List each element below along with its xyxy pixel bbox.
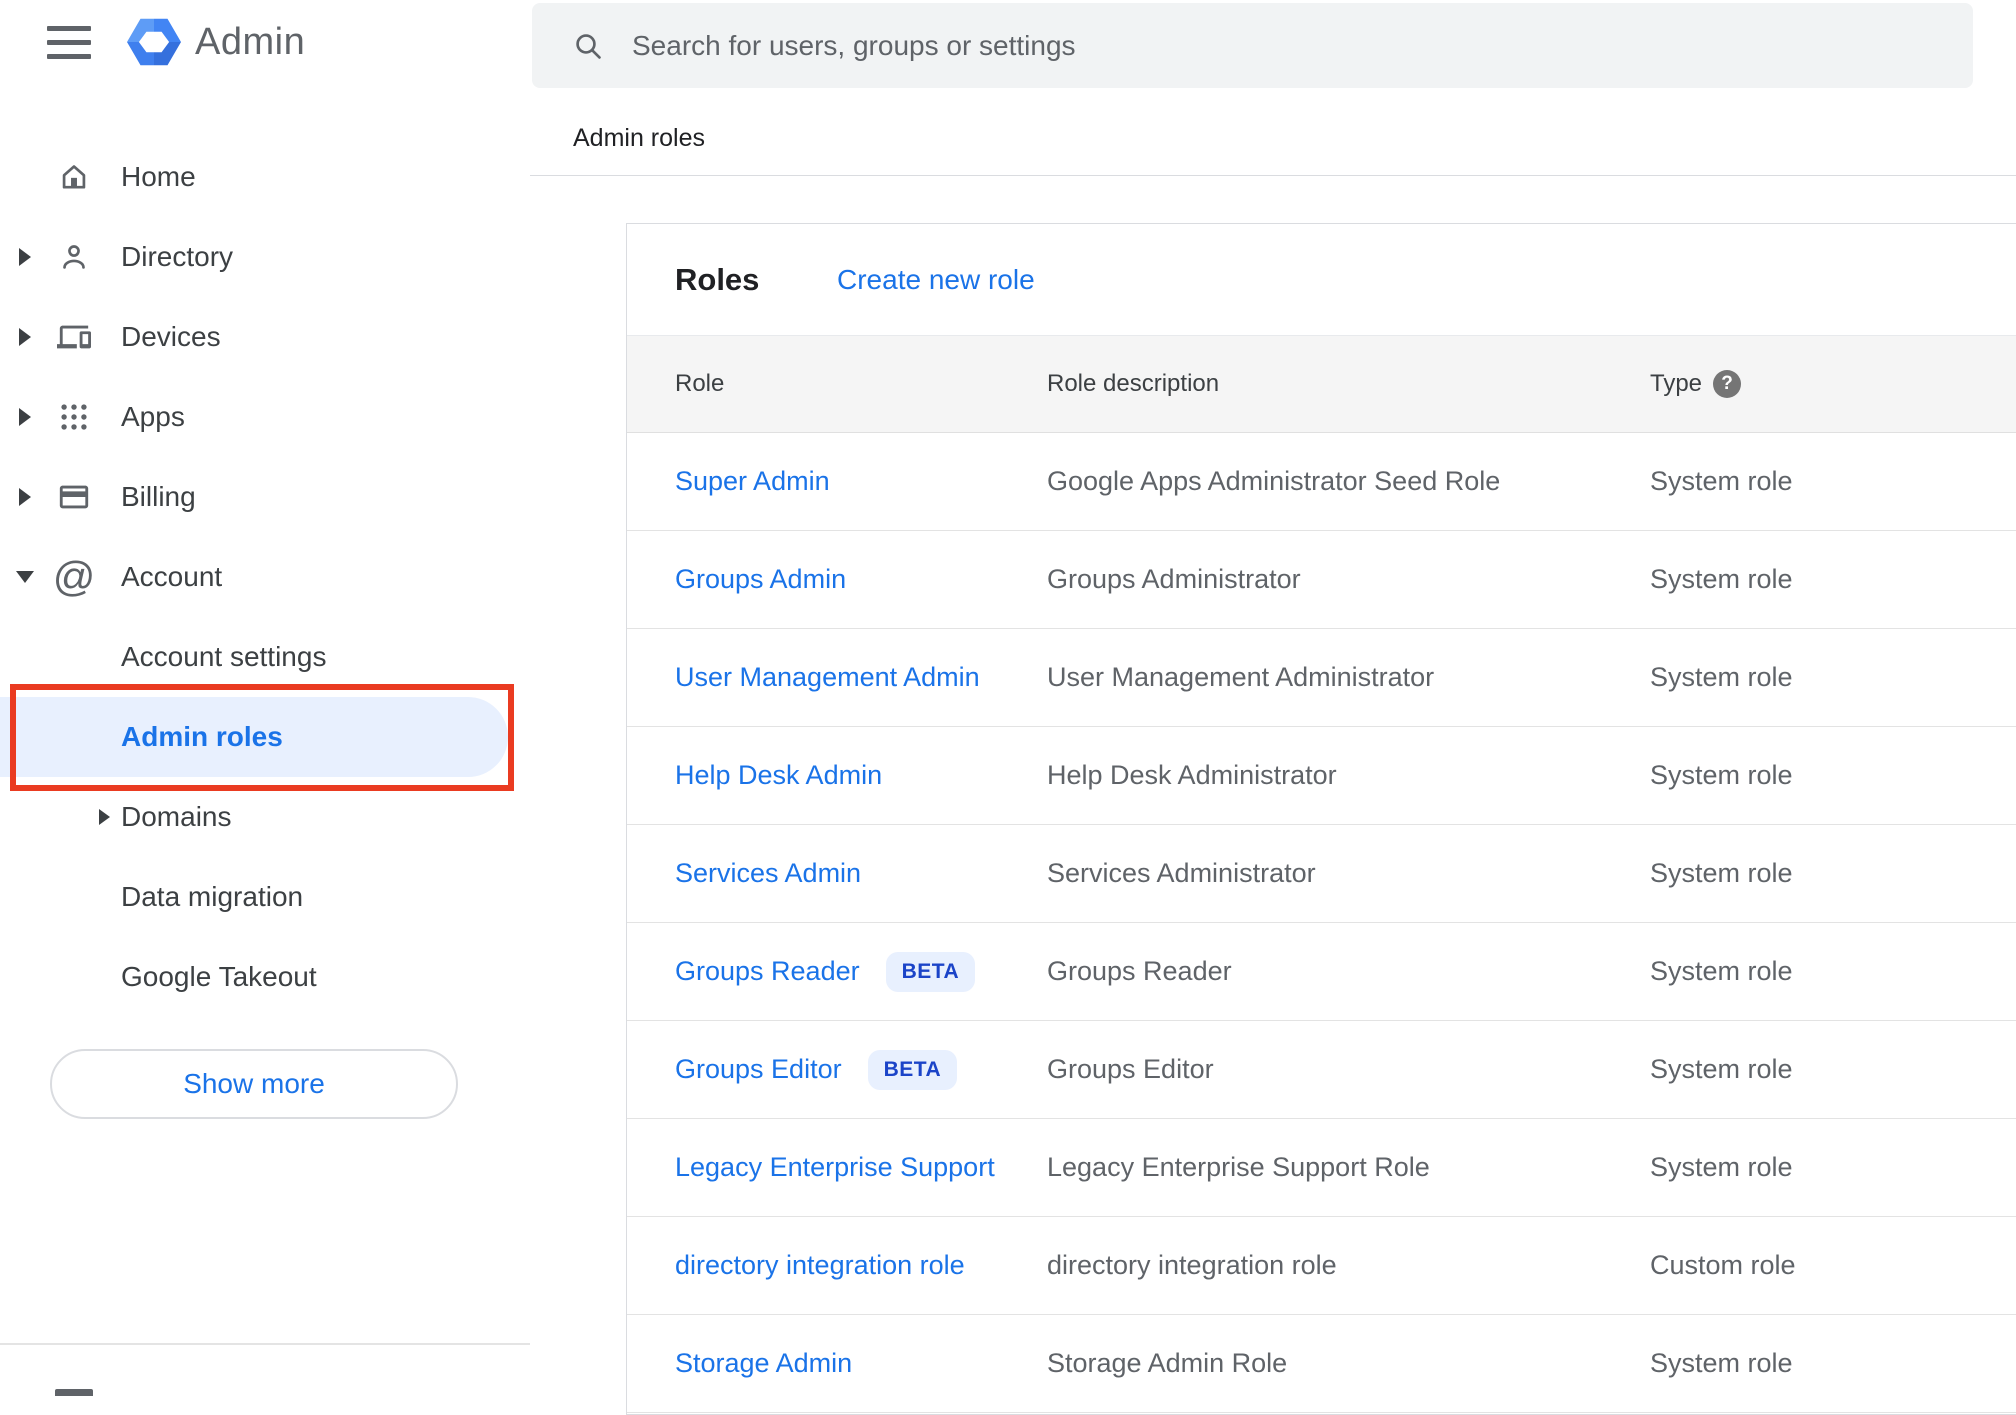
admin-logo: Admin xyxy=(127,12,305,72)
admin-hexagon-logo-icon xyxy=(127,18,181,66)
role-description: directory integration role xyxy=(1047,1250,1337,1280)
sidebar-item-label: Admin roles xyxy=(121,721,283,752)
create-new-role-link[interactable]: Create new role xyxy=(837,264,1035,296)
role-description: Legacy Enterprise Support Role xyxy=(1047,1152,1430,1182)
sidebar-item-billing[interactable]: Billing xyxy=(0,457,530,537)
role-link[interactable]: Storage Admin xyxy=(675,1348,852,1379)
search-input[interactable] xyxy=(632,29,1973,62)
role-type: System role xyxy=(1650,466,1793,496)
expand-right-icon[interactable] xyxy=(19,248,31,266)
home-icon xyxy=(56,159,92,195)
sidebar-item-label: Directory xyxy=(121,241,234,272)
credit-card-icon xyxy=(56,479,92,515)
sidebar-item-account-settings[interactable]: Account settings xyxy=(0,617,530,697)
sidebar-item-apps[interactable]: Apps xyxy=(0,377,530,457)
role-type: System role xyxy=(1650,1054,1793,1084)
role-type: System role xyxy=(1650,956,1793,986)
header-divider xyxy=(530,175,2016,176)
role-type: System role xyxy=(1650,662,1793,692)
expand-right-icon[interactable] xyxy=(19,488,31,506)
table-row: Services Admin Services Administrator Sy… xyxy=(627,825,2016,923)
roles-card-header: Roles Create new role xyxy=(627,224,2016,335)
table-row: Storage Admin Storage Admin Role System … xyxy=(627,1315,2016,1413)
role-link[interactable]: Groups Reader xyxy=(675,956,860,987)
role-description: Services Administrator xyxy=(1047,858,1316,888)
hamburger-menu-icon[interactable] xyxy=(47,26,91,59)
role-description: Storage Admin Role xyxy=(1047,1348,1288,1378)
help-icon[interactable]: ? xyxy=(1713,370,1741,398)
sidebar-item-label: Domains xyxy=(121,801,232,832)
role-description: Google Apps Administrator Seed Role xyxy=(1047,466,1501,496)
role-link[interactable]: Groups Editor xyxy=(675,1054,842,1085)
sidebar-item-label: Account settings xyxy=(121,641,327,672)
breadcrumb: Admin roles xyxy=(573,124,705,152)
column-header-role: Role xyxy=(675,370,725,397)
card-title: Roles xyxy=(675,261,760,297)
sidebar-item-home[interactable]: Home xyxy=(0,137,530,217)
sidebar-item-label: Account xyxy=(121,561,223,592)
sidebar-item-directory[interactable]: Directory xyxy=(0,217,530,297)
roles-card: Roles Create new role Role Role descript… xyxy=(626,223,2016,1415)
role-link[interactable]: Super Admin xyxy=(675,466,830,497)
role-link[interactable]: Groups Admin xyxy=(675,564,846,595)
sidebar-item-data-migration[interactable]: Data migration xyxy=(0,857,530,937)
search-bar[interactable] xyxy=(532,3,1973,88)
sidebar-divider xyxy=(0,1343,530,1345)
role-link[interactable]: directory integration role xyxy=(675,1250,965,1281)
sidebar-item-account[interactable]: @ Account xyxy=(0,537,530,617)
table-row: Groups Admin Groups Administrator System… xyxy=(627,531,2016,629)
role-type: System role xyxy=(1650,564,1793,594)
table-row: Groups Reader BETA Groups Reader System … xyxy=(627,923,2016,1021)
table-row: Legacy Enterprise Support Legacy Enterpr… xyxy=(627,1119,2016,1217)
column-header-type: Type xyxy=(1650,370,1703,397)
beta-badge: BETA xyxy=(885,951,976,992)
table-row: directory integration role directory int… xyxy=(627,1217,2016,1315)
table-header-row: Role Role description Type ? xyxy=(627,335,2016,433)
role-link[interactable]: Help Desk Admin xyxy=(675,760,882,791)
sidebar-item-admin-roles[interactable]: Admin roles xyxy=(0,697,530,777)
column-header-description: Role description xyxy=(1047,370,1220,397)
role-type: System role xyxy=(1650,1152,1793,1182)
sidebar-item-label: Billing xyxy=(121,481,196,512)
table-row: User Management Admin User Management Ad… xyxy=(627,629,2016,727)
devices-icon xyxy=(56,319,92,355)
at-sign-icon: @ xyxy=(52,553,96,600)
sidebar-item-label: Devices xyxy=(121,321,221,352)
role-link[interactable]: User Management Admin xyxy=(675,662,980,693)
beta-badge: BETA xyxy=(867,1049,958,1090)
role-type: Custom role xyxy=(1650,1250,1796,1280)
role-type: System role xyxy=(1650,760,1793,790)
role-link[interactable]: Legacy Enterprise Support xyxy=(675,1152,995,1183)
role-description: Groups Reader xyxy=(1047,956,1232,986)
search-icon xyxy=(576,33,601,59)
table-row: Super Admin Google Apps Administrator Se… xyxy=(627,433,2016,531)
expand-right-icon[interactable] xyxy=(19,328,31,346)
show-more-label: Show more xyxy=(183,1068,325,1099)
table-row: Help Desk Admin Help Desk Administrator … xyxy=(627,727,2016,825)
show-more-button[interactable]: Show more xyxy=(50,1049,458,1119)
role-description: Help Desk Administrator xyxy=(1047,760,1337,790)
expand-right-icon[interactable] xyxy=(19,408,31,426)
sidebar: Admin Home Directory Devices Apps Billin… xyxy=(0,0,530,1396)
partially-visible-icon xyxy=(55,1389,93,1396)
role-description: Groups Editor xyxy=(1047,1054,1214,1084)
expand-right-icon[interactable] xyxy=(99,809,110,825)
table-row: Groups Editor BETA Groups Editor System … xyxy=(627,1021,2016,1119)
role-description: Groups Administrator xyxy=(1047,564,1301,594)
product-name: Admin xyxy=(195,20,306,63)
sidebar-item-devices[interactable]: Devices xyxy=(0,297,530,377)
person-icon xyxy=(56,239,92,275)
apps-grid-icon xyxy=(56,399,92,435)
sidebar-item-label: Google Takeout xyxy=(121,961,317,992)
sidebar-item-label: Apps xyxy=(121,401,185,432)
sidebar-item-label: Home xyxy=(121,161,196,192)
role-link[interactable]: Services Admin xyxy=(675,858,861,889)
role-type: System role xyxy=(1650,858,1793,888)
role-description: User Management Administrator xyxy=(1047,662,1435,692)
sidebar-item-domains[interactable]: Domains xyxy=(0,777,530,857)
sidebar-item-google-takeout[interactable]: Google Takeout xyxy=(0,937,530,1017)
sidebar-item-label: Data migration xyxy=(121,881,304,912)
expand-down-icon[interactable] xyxy=(16,571,34,583)
role-type: System role xyxy=(1650,1348,1793,1378)
